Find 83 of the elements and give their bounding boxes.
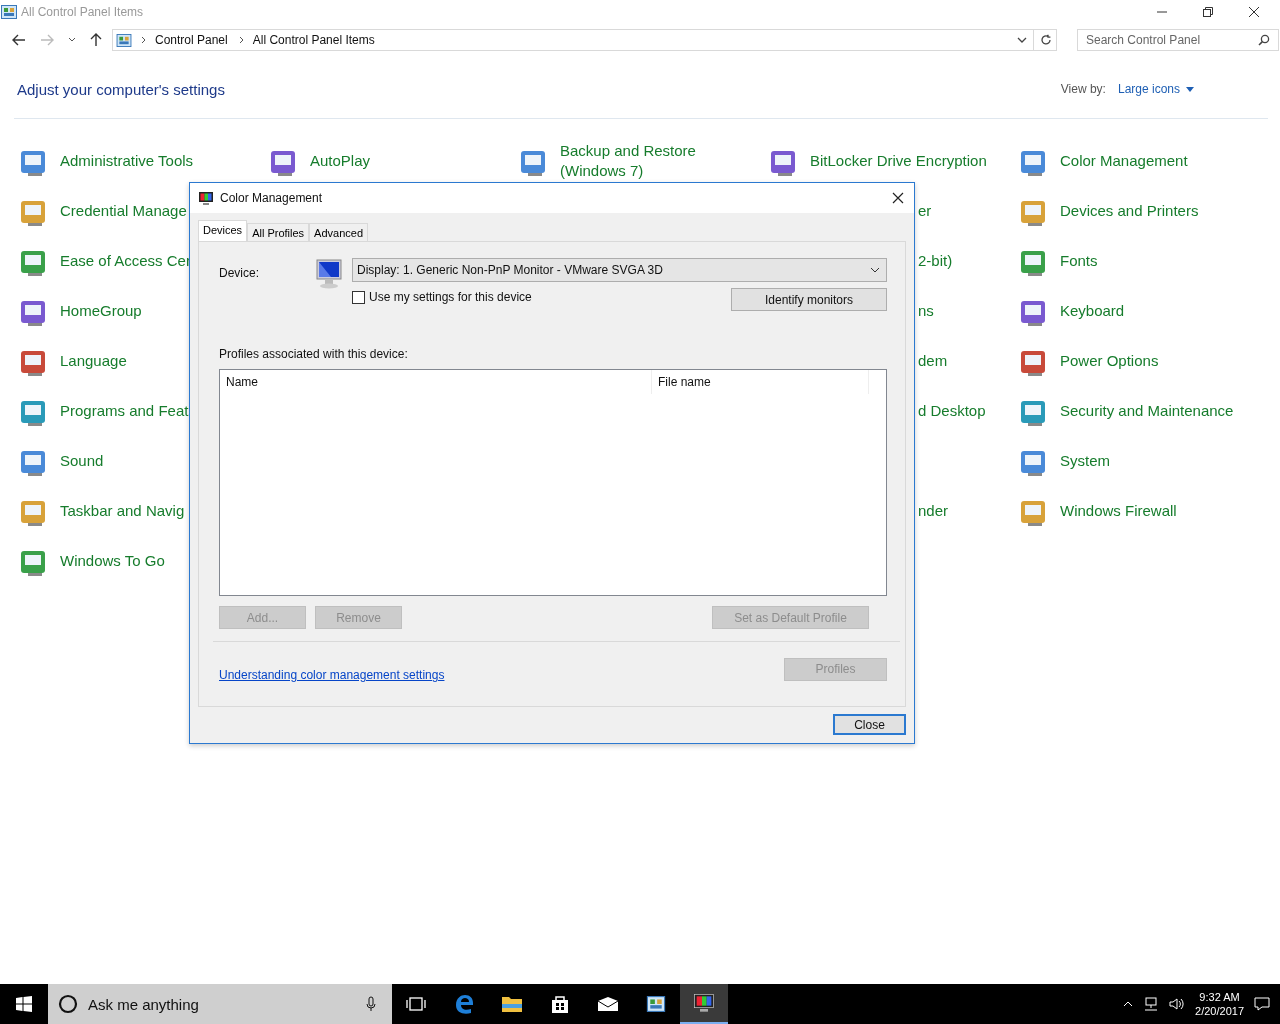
network-icon[interactable]	[1143, 997, 1160, 1011]
control-panel-item[interactable]: Color Management	[1060, 151, 1188, 171]
control-panel-item[interactable]: Taskbar and Navig	[60, 501, 185, 521]
control-panel-item[interactable]: Keyboard	[1060, 301, 1125, 321]
control-panel-item[interactable]: 2-bit)	[918, 251, 953, 271]
search-icon	[1258, 34, 1270, 46]
windows-logo-icon	[16, 996, 32, 1012]
control-panel-item[interactable]: Credential Manage	[60, 201, 187, 221]
chevron-right-icon	[141, 36, 146, 44]
identify-monitors-button[interactable]: Identify monitors	[731, 288, 887, 311]
address-bar[interactable]: Control Panel All Control Panel Items	[112, 29, 1057, 51]
profiles-list[interactable]: Name File name	[219, 369, 887, 596]
control-panel-icon	[116, 33, 132, 47]
clock-date[interactable]: 2/20/2017	[1195, 1004, 1244, 1018]
dialog-title: Color Management	[220, 191, 323, 205]
column-header[interactable]: File name	[652, 370, 869, 394]
control-panel-icon	[646, 996, 666, 1012]
window-title: All Control Panel Items	[21, 5, 144, 19]
control-panel-item[interactable]: d Desktop	[918, 401, 986, 421]
monitor-icon	[198, 190, 214, 206]
folder-icon	[501, 995, 523, 1013]
chevron-down-icon[interactable]	[1017, 36, 1027, 44]
control-panel-item[interactable]: Language	[60, 351, 127, 371]
breadcrumb[interactable]: Control Panel	[155, 33, 228, 47]
control-panel-item[interactable]: BitLocker Drive Encryption	[810, 151, 987, 171]
use-my-settings-checkbox[interactable]: Use my settings for this device	[352, 290, 532, 304]
device-dropdown[interactable]: Display: 1. Generic Non-PnP Monitor - VMware SVGA 3D	[352, 258, 887, 282]
control-panel-item[interactable]: AutoPlay	[310, 151, 371, 171]
control-panel-item[interactable]: Sound	[60, 451, 104, 471]
control-panel-icon	[1, 5, 17, 19]
control-panel-item[interactable]: Fonts	[1060, 251, 1098, 271]
control-panel-item[interactable]: Administrative Tools	[60, 151, 194, 171]
restore-icon[interactable]	[1202, 6, 1214, 18]
close-icon[interactable]	[1248, 6, 1260, 18]
control-panel-item[interactable]: Backup and Restore (Windows 7)	[560, 141, 710, 181]
tab[interactable]: All Profiles	[247, 223, 310, 241]
clock-time[interactable]: 9:32 AM	[1199, 990, 1240, 1004]
control-panel-item[interactable]: Devices and Printers	[1060, 201, 1199, 221]
control-panel-item[interactable]: er	[918, 201, 932, 221]
breadcrumb[interactable]: All Control Panel Items	[252, 33, 375, 47]
chevron-down-icon[interactable]	[68, 37, 76, 43]
notification-icon[interactable]	[1254, 996, 1270, 1012]
monitor-icon	[693, 993, 715, 1013]
control-panel-item[interactable]: Security and Maintenance	[1060, 401, 1234, 421]
speaker-icon[interactable]	[1169, 997, 1186, 1011]
back-arrow-icon[interactable]	[12, 34, 26, 46]
help-link[interactable]: Understanding color management settings	[219, 668, 445, 682]
chevron-down-icon	[870, 267, 880, 273]
refresh-icon[interactable]	[1040, 34, 1052, 46]
tab[interactable]: Devices	[198, 220, 248, 241]
control-panel-item[interactable]: Windows Firewall	[1060, 501, 1177, 521]
page-heading: Adjust your computer's settings	[17, 80, 225, 98]
column-header[interactable]: Name	[220, 370, 652, 394]
control-panel-item[interactable]: ns	[918, 301, 934, 321]
shopping-bag-icon	[550, 994, 570, 1014]
cortana-circle-icon	[58, 994, 78, 1014]
task-view-icon	[406, 997, 426, 1011]
close-icon[interactable]	[892, 192, 904, 204]
control-panel-item[interactable]: nder	[918, 501, 949, 521]
control-panel-item[interactable]: Power Options	[1060, 351, 1159, 371]
control-panel-item[interactable]: System	[1060, 451, 1110, 471]
caret-icon	[1186, 86, 1194, 92]
up-arrow-icon[interactable]	[90, 33, 102, 47]
browser-icon	[453, 993, 475, 1015]
profiles-label: Profiles associated with this device:	[219, 347, 409, 361]
search-field[interactable]: Search Control Panel	[1077, 29, 1279, 51]
tab[interactable]: Advanced	[309, 223, 369, 241]
view-by-label: View by:	[1060, 82, 1106, 96]
control-panel-item[interactable]: Windows To Go	[60, 551, 165, 571]
control-panel-item[interactable]: Ease of Access Cer	[60, 251, 191, 271]
view-by-dropdown[interactable]: Large icons	[1117, 82, 1194, 96]
taskbar-search-field[interactable]: Ask me anything	[48, 984, 392, 1024]
monitor-icon	[314, 258, 344, 290]
chevron-right-icon	[238, 36, 244, 44]
control-panel-item[interactable]: Programs and Feat	[60, 401, 189, 421]
close-button[interactable]: Close	[833, 714, 906, 735]
device-label: Device:	[219, 266, 260, 280]
chevron-up-icon[interactable]	[1123, 1001, 1134, 1007]
control-panel-item[interactable]: HomeGroup	[60, 301, 142, 321]
microphone-icon[interactable]	[366, 996, 376, 1012]
control-panel-item[interactable]: dem	[918, 351, 948, 371]
envelope-icon	[597, 996, 619, 1012]
taskbar-app-button[interactable]	[680, 984, 728, 1024]
